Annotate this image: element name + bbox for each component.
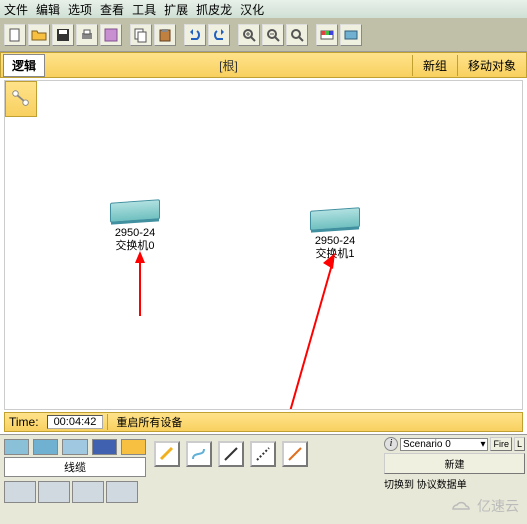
navigator-button[interactable] (5, 81, 37, 117)
device-categories: 线缆 (0, 435, 150, 524)
watermark-text: 亿速云 (477, 496, 519, 516)
save-icon[interactable] (52, 24, 74, 46)
watermark: 亿速云 (449, 496, 519, 516)
annotation-arrow (265, 251, 345, 410)
logical-bar: 逻辑 [根] 新组 移动对象 (0, 52, 527, 78)
main-toolbar (0, 18, 527, 52)
info-icon[interactable]: i (384, 437, 398, 451)
connection-panel (150, 435, 382, 524)
device-switch1[interactable]: 2950-24 交换机1 (310, 209, 360, 261)
device-switch0[interactable]: 2950-24 交换机0 (110, 201, 160, 253)
palette-icon[interactable] (316, 24, 338, 46)
category-label: 线缆 (4, 457, 146, 477)
device-panel: 线缆 i Scenario 0 ▾ Fire L 新建 切换到 协议数据单 (0, 434, 527, 524)
toggle-pdu-button[interactable]: 切换到 协议数据单 (384, 476, 525, 491)
menu-dragon[interactable]: 抓皮龙 (196, 1, 232, 18)
redo-icon[interactable] (208, 24, 230, 46)
new-file-icon[interactable] (4, 24, 26, 46)
menu-bar: 文件 编辑 选项 查看 工具 扩展 抓皮龙 汉化 (0, 0, 527, 18)
zoom-out-icon[interactable] (262, 24, 284, 46)
chevron-down-icon: ▾ (480, 439, 485, 450)
conn-fiber-icon[interactable] (282, 441, 308, 467)
switch-icon (110, 201, 160, 223)
scenario-select[interactable]: Scenario 0 ▾ (400, 438, 488, 451)
reset-devices-button[interactable]: 重启所有设备 (107, 414, 190, 430)
menu-options[interactable]: 选项 (68, 1, 92, 18)
fire-button[interactable]: Fire (490, 437, 512, 451)
workspace-canvas[interactable]: 2950-24 交换机0 2950-24 交换机1 (4, 80, 523, 410)
custom-icon[interactable] (340, 24, 362, 46)
switch-icon (310, 209, 360, 231)
undo-icon[interactable] (184, 24, 206, 46)
time-value: 00:04:42 (47, 415, 104, 429)
device-item[interactable] (72, 481, 104, 503)
device-name-label: 交换机1 (310, 248, 360, 261)
paste-icon[interactable] (154, 24, 176, 46)
wizard-icon[interactable] (100, 24, 122, 46)
conn-auto-icon[interactable] (154, 441, 180, 467)
logical-tab[interactable]: 逻辑 (3, 54, 45, 77)
category-router-icon[interactable] (4, 439, 29, 455)
new-scenario-button[interactable]: 新建 (384, 453, 525, 474)
device-item[interactable] (106, 481, 138, 503)
device-item[interactable] (38, 481, 70, 503)
conn-cross-icon[interactable] (250, 441, 276, 467)
scenario-value: Scenario 0 (403, 439, 451, 450)
category-connections-icon[interactable] (121, 439, 146, 455)
category-switch-icon[interactable] (33, 439, 58, 455)
annotation-arrow (125, 251, 155, 321)
conn-console-icon[interactable] (186, 441, 212, 467)
print-icon[interactable] (76, 24, 98, 46)
root-label: [根] (45, 57, 412, 74)
zoom-reset-icon[interactable] (286, 24, 308, 46)
new-group-button[interactable]: 新组 (412, 55, 457, 76)
status-bar: Time: 00:04:42 重启所有设备 (4, 412, 523, 432)
device-item[interactable] (4, 481, 36, 503)
zoom-in-icon[interactable] (238, 24, 260, 46)
menu-chinese[interactable]: 汉化 (240, 1, 264, 18)
move-object-button[interactable]: 移动对象 (457, 55, 526, 76)
menu-extensions[interactable]: 扩展 (164, 1, 188, 18)
conn-straight-icon[interactable] (218, 441, 244, 467)
copy-icon[interactable] (130, 24, 152, 46)
device-model-label: 2950-24 (310, 235, 360, 248)
device-model-label: 2950-24 (110, 227, 160, 240)
category-wireless-icon[interactable] (92, 439, 117, 455)
menu-tools[interactable]: 工具 (132, 1, 156, 18)
menu-file[interactable]: 文件 (4, 1, 28, 18)
category-hub-icon[interactable] (62, 439, 87, 455)
time-label: Time: (5, 415, 43, 429)
open-file-icon[interactable] (28, 24, 50, 46)
menu-view[interactable]: 查看 (100, 1, 124, 18)
device-name-label: 交换机0 (110, 240, 160, 253)
l-label: L (514, 437, 525, 451)
menu-edit[interactable]: 编辑 (36, 1, 60, 18)
